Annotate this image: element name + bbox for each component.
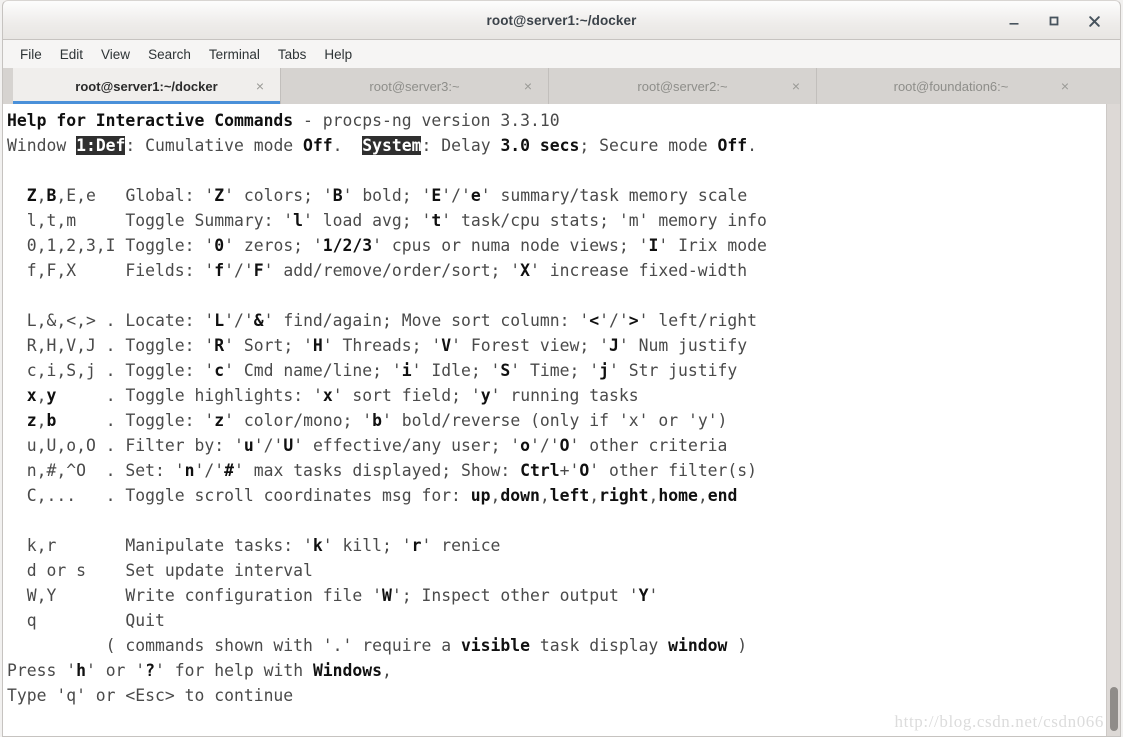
terminal-line: Help for Interactive Commands - procps-n…: [7, 111, 560, 130]
terminal-line: n,#,^O . Set: 'n'/'#' max tasks displaye…: [7, 461, 758, 480]
terminal-line: W,Y Write configuration file 'W'; Inspec…: [7, 586, 659, 605]
tab-bar: root@server1:~/docker × root@server3:~ ×…: [2, 68, 1121, 104]
terminal-line: Press 'h' or '?' for help with Windows,: [7, 661, 392, 680]
terminal-line: Window 1:Def: Cumulative mode Off. Syste…: [7, 136, 758, 155]
terminal-line: z,b . Toggle: 'z' color/mono; 'b' bold/r…: [26, 411, 728, 430]
watermark-text: http://blog.csdn.net/csdn066: [894, 712, 1104, 731]
menu-item-view[interactable]: View: [92, 44, 139, 65]
menu-item-terminal[interactable]: Terminal: [200, 44, 269, 65]
tab-close-icon[interactable]: ×: [1061, 79, 1069, 93]
close-button[interactable]: [1074, 6, 1114, 36]
tab-close-icon[interactable]: ×: [256, 79, 264, 93]
scrollbar-thumb[interactable]: [1110, 687, 1118, 731]
terminal-line: u,U,o,O . Filter by: 'u'/'U' effective/a…: [7, 436, 728, 455]
tab-server3[interactable]: root@server3:~ ×: [281, 68, 549, 104]
menu-bar: File Edit View Search Terminal Tabs Help: [2, 40, 1121, 68]
tab-foundation6[interactable]: root@foundation6:~ ×: [817, 68, 1085, 104]
terminal-scrollbar[interactable]: [1106, 104, 1120, 736]
tab-close-icon[interactable]: ×: [524, 79, 532, 93]
tab-label: root@server1:~/docker: [75, 78, 218, 94]
maximize-button[interactable]: [1034, 6, 1074, 36]
tab-close-icon[interactable]: ×: [792, 79, 800, 93]
terminal-screen[interactable]: Help for Interactive Commands - procps-n…: [3, 104, 1106, 736]
tab-server1[interactable]: root@server1:~/docker ×: [13, 68, 281, 104]
terminal-line: c,i,S,j . Toggle: 'c' Cmd name/line; 'i'…: [7, 361, 738, 380]
terminal-line: f,F,X Fields: 'f'/'F' add/remove/order/s…: [7, 261, 748, 280]
terminal-line: k,r Manipulate tasks: 'k' kill; 'r' reni…: [7, 536, 501, 555]
window-title: root@server1:~/docker: [486, 12, 637, 28]
menu-item-help[interactable]: Help: [315, 44, 361, 65]
tab-label: root@server3:~: [369, 78, 460, 94]
terminal-line: R,H,V,J . Toggle: 'R' Sort; 'H' Threads;…: [7, 336, 748, 355]
terminal-line: C,... . Toggle scroll coordinates msg fo…: [7, 486, 738, 505]
menu-item-tabs[interactable]: Tabs: [269, 44, 316, 65]
tab-label: root@foundation6:~: [893, 78, 1009, 94]
tab-server2[interactable]: root@server2:~ ×: [549, 68, 817, 104]
title-bar: root@server1:~/docker: [2, 0, 1121, 40]
terminal-line: d or s Set update interval: [7, 561, 313, 580]
terminal-line: L,&,<,> . Locate: 'L'/'&' find/again; Mo…: [7, 311, 758, 330]
terminal-line: ( commands shown with '.' require a visi…: [7, 636, 748, 655]
terminal-line: q Quit: [7, 611, 165, 630]
menu-item-file[interactable]: File: [11, 44, 51, 65]
terminal-line: Type 'q' or <Esc> to continue: [7, 686, 294, 705]
terminal-line: l,t,m Toggle Summary: 'l' load avg; 't' …: [7, 211, 767, 230]
menu-item-edit[interactable]: Edit: [51, 44, 92, 65]
window-controls: [994, 1, 1114, 41]
minimize-button[interactable]: [994, 6, 1034, 36]
menu-item-search[interactable]: Search: [139, 44, 200, 65]
tab-label: root@server2:~: [637, 78, 728, 94]
terminal-line: 0,1,2,3,I Toggle: '0' zeros; '1/2/3' cpu…: [7, 236, 767, 255]
terminal-line: Z,B,E,e Global: 'Z' colors; 'B' bold; 'E…: [26, 186, 748, 205]
terminal-line: x,y . Toggle highlights: 'x' sort field;…: [26, 386, 639, 405]
terminal-window: root@server1:~/docker File Edit View Sea…: [0, 0, 1123, 737]
terminal-body: Help for Interactive Commands - procps-n…: [2, 104, 1121, 737]
